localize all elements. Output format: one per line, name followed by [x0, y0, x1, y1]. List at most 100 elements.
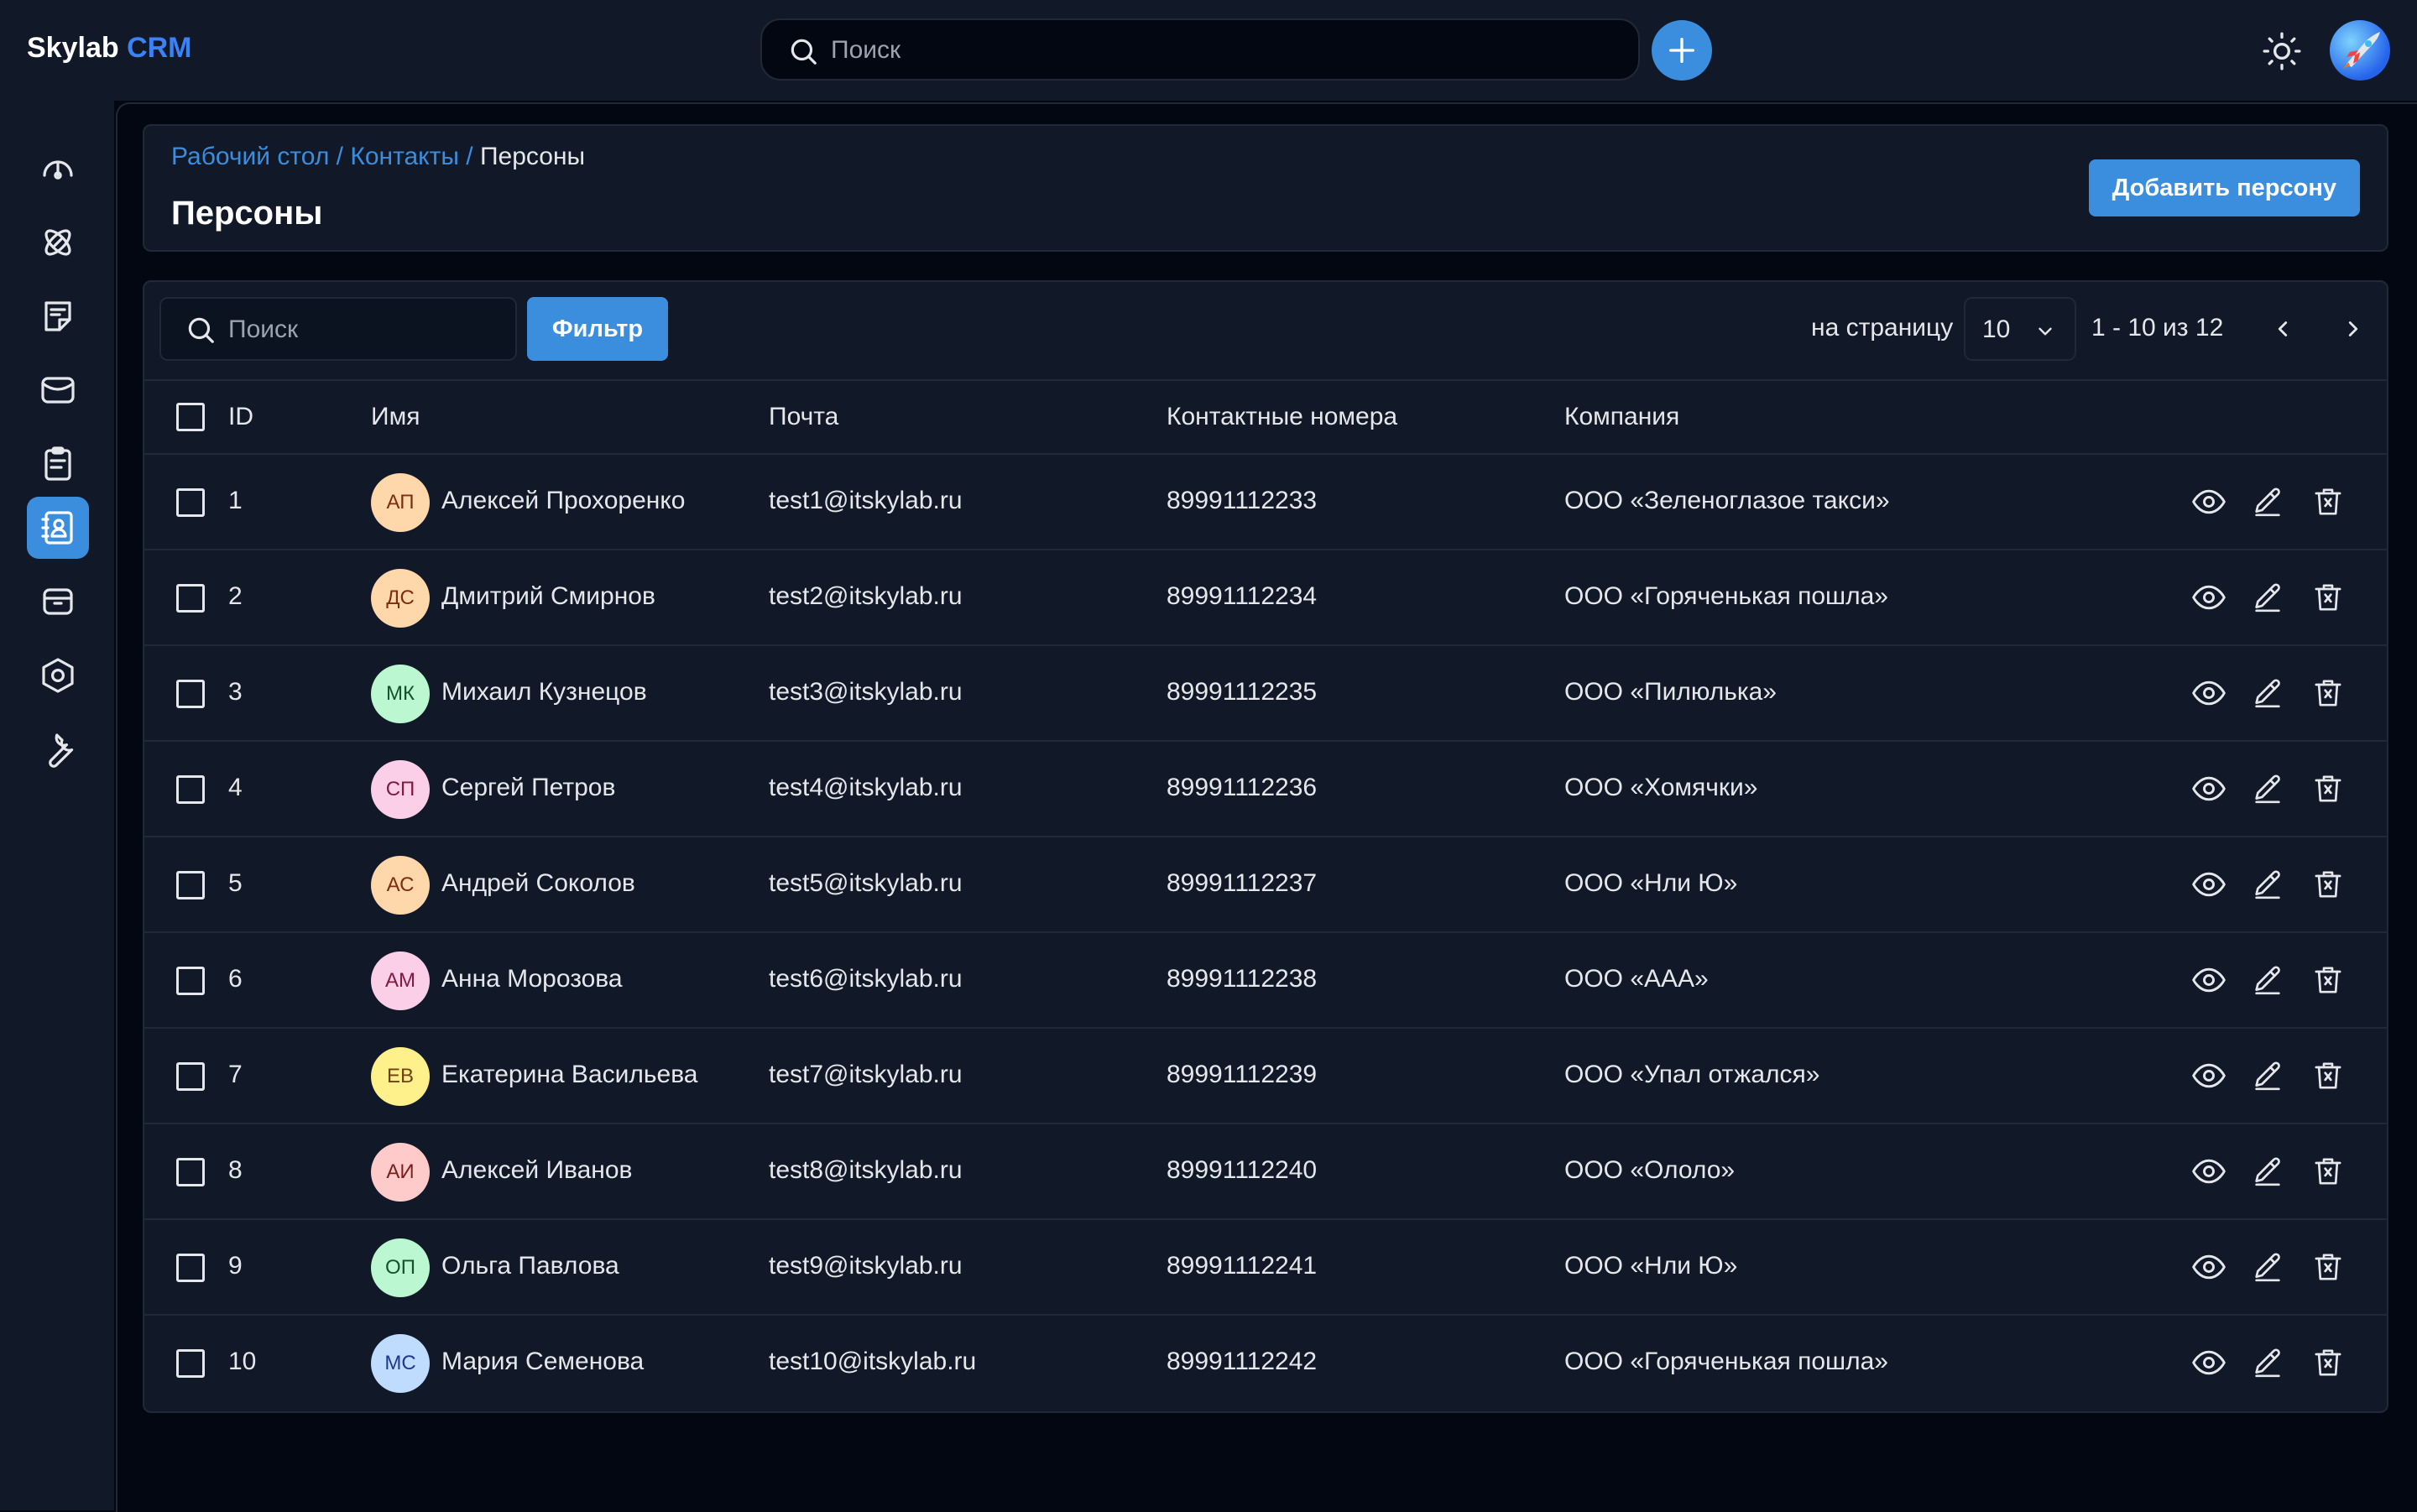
delete-button[interactable] — [2308, 769, 2348, 809]
sidebar-item-archive[interactable] — [27, 571, 89, 633]
select-all-checkbox[interactable] — [176, 403, 205, 431]
delete-button[interactable] — [2308, 960, 2348, 1000]
row-name[interactable]: Сергей Петров — [441, 774, 615, 802]
row-email[interactable]: test1@itskylab.ru — [769, 487, 963, 515]
row-checkbox[interactable] — [176, 680, 205, 708]
row-name[interactable]: Ольга Павлова — [441, 1252, 619, 1280]
column-header-email[interactable]: Почта — [769, 403, 838, 431]
edit-button[interactable] — [2247, 577, 2288, 618]
edit-button[interactable] — [2247, 864, 2288, 905]
breadcrumb-home-link[interactable]: Рабочий стол — [171, 143, 329, 170]
table-row[interactable]: 8 АИ Алексей Иванов test8@itskylab.ru 89… — [144, 1124, 2387, 1220]
row-checkbox[interactable] — [176, 584, 205, 613]
view-button[interactable] — [2189, 1056, 2229, 1096]
row-company[interactable]: ООО «ААА» — [1564, 965, 1709, 993]
view-button[interactable] — [2189, 577, 2229, 618]
filter-button[interactable]: Фильтр — [527, 297, 668, 361]
row-name[interactable]: Екатерина Васильева — [441, 1061, 698, 1089]
row-checkbox[interactable] — [176, 488, 205, 517]
table-row[interactable]: 3 МК Михаил Кузнецов test3@itskylab.ru 8… — [144, 646, 2387, 742]
row-email[interactable]: test10@itskylab.ru — [769, 1348, 976, 1376]
quick-add-button[interactable] — [1652, 20, 1712, 81]
row-company[interactable]: ООО «Горяченькая пошла» — [1564, 1348, 1888, 1376]
edit-button[interactable] — [2247, 1343, 2288, 1383]
delete-button[interactable] — [2308, 1343, 2348, 1383]
prev-page-button[interactable] — [2259, 305, 2306, 352]
row-checkbox[interactable] — [176, 775, 205, 804]
table-row[interactable]: 4 СП Сергей Петров test4@itskylab.ru 899… — [144, 742, 2387, 837]
edit-button[interactable] — [2247, 1247, 2288, 1287]
row-phone[interactable]: 89991112236 — [1167, 774, 1317, 802]
row-phone[interactable]: 89991112235 — [1167, 678, 1317, 706]
delete-button[interactable] — [2308, 1151, 2348, 1191]
edit-button[interactable] — [2247, 1151, 2288, 1191]
row-company[interactable]: ООО «Зеленоглазое такси» — [1564, 487, 1890, 515]
sidebar-item-deals[interactable] — [27, 211, 89, 274]
row-checkbox[interactable] — [176, 967, 205, 995]
row-email[interactable]: test6@itskylab.ru — [769, 965, 963, 993]
row-name[interactable]: Михаил Кузнецов — [441, 678, 647, 706]
sidebar-item-notes[interactable] — [27, 285, 89, 347]
row-email[interactable]: test3@itskylab.ru — [769, 678, 963, 706]
view-button[interactable] — [2189, 960, 2229, 1000]
row-phone[interactable]: 89991112234 — [1167, 582, 1317, 611]
row-name[interactable]: Алексей Прохоренко — [441, 487, 685, 515]
edit-button[interactable] — [2247, 673, 2288, 713]
view-button[interactable] — [2189, 864, 2229, 905]
row-name[interactable]: Алексей Иванов — [441, 1156, 632, 1185]
row-email[interactable]: test9@itskylab.ru — [769, 1252, 963, 1280]
row-name[interactable]: Дмитрий Смирнов — [441, 582, 655, 611]
row-company[interactable]: ООО «Ололо» — [1564, 1156, 1735, 1185]
delete-button[interactable] — [2308, 577, 2348, 618]
column-header-id[interactable]: ID — [228, 403, 253, 431]
breadcrumb-contacts-link[interactable]: Контакты — [350, 143, 459, 170]
table-row[interactable]: 10 МС Мария Семенова test10@itskylab.ru … — [144, 1316, 2387, 1410]
view-button[interactable] — [2189, 1247, 2229, 1287]
column-header-name[interactable]: Имя — [371, 403, 420, 431]
delete-button[interactable] — [2308, 864, 2348, 905]
row-email[interactable]: test4@itskylab.ru — [769, 774, 963, 802]
delete-button[interactable] — [2308, 482, 2348, 522]
view-button[interactable] — [2189, 1343, 2229, 1383]
edit-button[interactable] — [2247, 960, 2288, 1000]
view-button[interactable] — [2189, 673, 2229, 713]
row-checkbox[interactable] — [176, 871, 205, 899]
sidebar-item-inbox[interactable] — [27, 359, 89, 421]
row-email[interactable]: test2@itskylab.ru — [769, 582, 963, 611]
row-email[interactable]: test8@itskylab.ru — [769, 1156, 963, 1185]
sidebar-item-dashboard[interactable] — [27, 138, 89, 200]
row-phone[interactable]: 89991112237 — [1167, 869, 1317, 898]
table-search-input[interactable] — [227, 310, 507, 349]
sidebar-item-contacts[interactable] — [27, 497, 89, 559]
theme-toggle-button[interactable] — [2261, 30, 2303, 72]
row-company[interactable]: ООО «Хомячки» — [1564, 774, 1757, 802]
row-phone[interactable]: 89991112241 — [1167, 1252, 1317, 1280]
delete-button[interactable] — [2308, 1056, 2348, 1096]
global-search[interactable] — [760, 18, 1640, 81]
table-row[interactable]: 2 ДС Дмитрий Смирнов test2@itskylab.ru 8… — [144, 550, 2387, 646]
row-checkbox[interactable] — [176, 1158, 205, 1186]
table-row[interactable]: 7 ЕВ Екатерина Васильева test7@itskylab.… — [144, 1029, 2387, 1124]
delete-button[interactable] — [2308, 673, 2348, 713]
view-button[interactable] — [2189, 1151, 2229, 1191]
table-row[interactable]: 6 АМ Анна Морозова test6@itskylab.ru 899… — [144, 933, 2387, 1029]
per-page-select[interactable]: 10 — [1964, 297, 2076, 361]
row-company[interactable]: ООО «Упал отжался» — [1564, 1061, 1819, 1089]
edit-button[interactable] — [2247, 1056, 2288, 1096]
row-company[interactable]: ООО «Нли Ю» — [1564, 1252, 1737, 1280]
row-name[interactable]: Андрей Соколов — [441, 869, 635, 898]
row-name[interactable]: Анна Морозова — [441, 965, 623, 993]
row-checkbox[interactable] — [176, 1349, 205, 1378]
row-email[interactable]: test5@itskylab.ru — [769, 869, 963, 898]
table-row[interactable]: 1 АП Алексей Прохоренко test1@itskylab.r… — [144, 455, 2387, 550]
column-header-phone[interactable]: Контактные номера — [1167, 403, 1397, 431]
row-checkbox[interactable] — [176, 1254, 205, 1282]
global-search-input[interactable] — [829, 30, 1588, 70]
delete-button[interactable] — [2308, 1247, 2348, 1287]
user-avatar[interactable] — [2330, 20, 2390, 81]
sidebar-item-settings[interactable] — [27, 644, 89, 706]
table-row[interactable]: 5 АС Андрей Соколов test5@itskylab.ru 89… — [144, 837, 2387, 933]
row-phone[interactable]: 89991112240 — [1167, 1156, 1317, 1185]
sidebar-item-tasks[interactable] — [27, 433, 89, 495]
view-button[interactable] — [2189, 769, 2229, 809]
